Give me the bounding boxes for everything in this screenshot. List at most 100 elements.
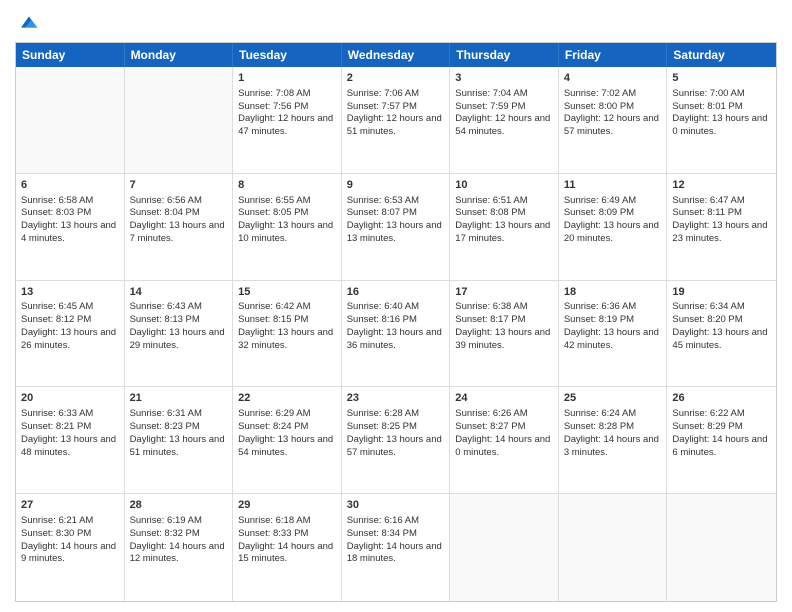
calendar-header-cell: Wednesday — [342, 43, 451, 67]
calendar-body: 1Sunrise: 7:08 AM Sunset: 7:56 PM Daylig… — [16, 67, 776, 601]
calendar: SundayMondayTuesdayWednesdayThursdayFrid… — [15, 42, 777, 602]
day-info: Sunrise: 6:22 AM Sunset: 8:29 PM Dayligh… — [672, 408, 767, 457]
calendar-cell — [667, 494, 776, 601]
day-number: 26 — [672, 391, 771, 406]
header — [15, 10, 777, 34]
calendar-cell: 30 Sunrise: 6:16 AM Sunset: 8:34 PM Dayli… — [342, 494, 451, 601]
day-number: 30 — [347, 498, 445, 513]
day-info: Sunrise: 6:16 AM Sunset: 8:34 PM Dayligh… — [347, 515, 442, 564]
day-number: 12 — [672, 178, 771, 193]
calendar-cell: 24Sunrise: 6:26 AM Sunset: 8:27 PM Dayli… — [450, 387, 559, 493]
calendar-cell: 4 Sunrise: 7:02 AM Sunset: 8:00 PM Daylig… — [559, 67, 668, 173]
calendar-cell: 28 Sunrise: 6:19 AM Sunset: 8:32 PM Dayli… — [125, 494, 234, 601]
calendar-cell: 15Sunrise: 6:42 AM Sunset: 8:15 PM Dayli… — [233, 281, 342, 387]
logo-icon — [17, 10, 41, 34]
day-info: Sunrise: 6:49 AM Sunset: 8:09 PM Dayligh… — [564, 195, 659, 244]
calendar-cell: 1Sunrise: 7:08 AM Sunset: 7:56 PM Daylig… — [233, 67, 342, 173]
calendar-header-cell: Monday — [125, 43, 234, 67]
calendar-cell: 11 Sunrise: 6:49 AM Sunset: 8:09 PM Dayli… — [559, 174, 668, 280]
day-info: Sunrise: 6:55 AM Sunset: 8:05 PM Dayligh… — [238, 195, 333, 244]
day-info: Sunrise: 6:28 AM Sunset: 8:25 PM Dayligh… — [347, 408, 442, 457]
day-info: Sunrise: 6:40 AM Sunset: 8:16 PM Dayligh… — [347, 301, 442, 350]
day-number: 21 — [130, 391, 228, 406]
day-number: 17 — [455, 285, 553, 300]
calendar-row: 27Sunrise: 6:21 AM Sunset: 8:30 PM Dayli… — [16, 494, 776, 601]
calendar-cell: 3 Sunrise: 7:04 AM Sunset: 7:59 PM Daylig… — [450, 67, 559, 173]
calendar-row: 6 Sunrise: 6:58 AM Sunset: 8:03 PM Daylig… — [16, 174, 776, 281]
calendar-row: 20 Sunrise: 6:33 AM Sunset: 8:21 PM Dayli… — [16, 387, 776, 494]
day-info: Sunrise: 6:51 AM Sunset: 8:08 PM Dayligh… — [455, 195, 550, 244]
day-info: Sunrise: 6:36 AM Sunset: 8:19 PM Dayligh… — [564, 301, 659, 350]
calendar-cell — [16, 67, 125, 173]
day-number: 4 — [564, 71, 662, 86]
calendar-header: SundayMondayTuesdayWednesdayThursdayFrid… — [16, 43, 776, 67]
day-number: 16 — [347, 285, 445, 300]
day-number: 9 — [347, 178, 445, 193]
day-info: Sunrise: 6:42 AM Sunset: 8:15 PM Dayligh… — [238, 301, 333, 350]
calendar-cell: 20 Sunrise: 6:33 AM Sunset: 8:21 PM Dayli… — [16, 387, 125, 493]
calendar-header-cell: Saturday — [667, 43, 776, 67]
calendar-cell: 14Sunrise: 6:43 AM Sunset: 8:13 PM Dayli… — [125, 281, 234, 387]
day-number: 19 — [672, 285, 771, 300]
day-number: 23 — [347, 391, 445, 406]
day-info: Sunrise: 6:45 AM Sunset: 8:12 PM Dayligh… — [21, 301, 116, 350]
calendar-cell: 9Sunrise: 6:53 AM Sunset: 8:07 PM Daylig… — [342, 174, 451, 280]
calendar-cell: 8Sunrise: 6:55 AM Sunset: 8:05 PM Daylig… — [233, 174, 342, 280]
calendar-cell: 5 Sunrise: 7:00 AM Sunset: 8:01 PM Daylig… — [667, 67, 776, 173]
calendar-cell: 17Sunrise: 6:38 AM Sunset: 8:17 PM Dayli… — [450, 281, 559, 387]
calendar-cell: 23 Sunrise: 6:28 AM Sunset: 8:25 PM Dayli… — [342, 387, 451, 493]
calendar-cell: 21 Sunrise: 6:31 AM Sunset: 8:23 PM Dayli… — [125, 387, 234, 493]
day-info: Sunrise: 6:21 AM Sunset: 8:30 PM Dayligh… — [21, 515, 116, 564]
day-number: 2 — [347, 71, 445, 86]
day-info: Sunrise: 7:04 AM Sunset: 7:59 PM Dayligh… — [455, 88, 550, 137]
calendar-cell: 29 Sunrise: 6:18 AM Sunset: 8:33 PM Dayli… — [233, 494, 342, 601]
day-number: 10 — [455, 178, 553, 193]
day-number: 29 — [238, 498, 336, 513]
calendar-header-cell: Thursday — [450, 43, 559, 67]
logo — [15, 10, 41, 34]
day-number: 22 — [238, 391, 336, 406]
day-number: 5 — [672, 71, 771, 86]
day-number: 14 — [130, 285, 228, 300]
day-number: 3 — [455, 71, 553, 86]
calendar-cell: 12 Sunrise: 6:47 AM Sunset: 8:11 PM Dayli… — [667, 174, 776, 280]
calendar-cell — [125, 67, 234, 173]
day-info: Sunrise: 7:00 AM Sunset: 8:01 PM Dayligh… — [672, 88, 767, 137]
day-info: Sunrise: 6:24 AM Sunset: 8:28 PM Dayligh… — [564, 408, 659, 457]
calendar-cell: 2 Sunrise: 7:06 AM Sunset: 7:57 PM Daylig… — [342, 67, 451, 173]
calendar-cell: 19Sunrise: 6:34 AM Sunset: 8:20 PM Dayli… — [667, 281, 776, 387]
day-number: 28 — [130, 498, 228, 513]
day-info: Sunrise: 6:58 AM Sunset: 8:03 PM Dayligh… — [21, 195, 116, 244]
day-info: Sunrise: 7:02 AM Sunset: 8:00 PM Dayligh… — [564, 88, 659, 137]
day-number: 7 — [130, 178, 228, 193]
calendar-cell — [450, 494, 559, 601]
day-info: Sunrise: 6:18 AM Sunset: 8:33 PM Dayligh… — [238, 515, 333, 564]
day-number: 20 — [21, 391, 119, 406]
calendar-cell: 6 Sunrise: 6:58 AM Sunset: 8:03 PM Daylig… — [16, 174, 125, 280]
day-info: Sunrise: 6:38 AM Sunset: 8:17 PM Dayligh… — [455, 301, 550, 350]
day-number: 6 — [21, 178, 119, 193]
calendar-cell: 13Sunrise: 6:45 AM Sunset: 8:12 PM Dayli… — [16, 281, 125, 387]
day-info: Sunrise: 6:33 AM Sunset: 8:21 PM Dayligh… — [21, 408, 116, 457]
page: SundayMondayTuesdayWednesdayThursdayFrid… — [0, 0, 792, 612]
day-info: Sunrise: 6:47 AM Sunset: 8:11 PM Dayligh… — [672, 195, 767, 244]
day-info: Sunrise: 6:31 AM Sunset: 8:23 PM Dayligh… — [130, 408, 225, 457]
day-number: 11 — [564, 178, 662, 193]
day-info: Sunrise: 6:19 AM Sunset: 8:32 PM Dayligh… — [130, 515, 225, 564]
calendar-cell: 27Sunrise: 6:21 AM Sunset: 8:30 PM Dayli… — [16, 494, 125, 601]
calendar-row: 13Sunrise: 6:45 AM Sunset: 8:12 PM Dayli… — [16, 281, 776, 388]
calendar-cell: 7 Sunrise: 6:56 AM Sunset: 8:04 PM Daylig… — [125, 174, 234, 280]
calendar-cell: 10 Sunrise: 6:51 AM Sunset: 8:08 PM Dayli… — [450, 174, 559, 280]
calendar-cell: 18Sunrise: 6:36 AM Sunset: 8:19 PM Dayli… — [559, 281, 668, 387]
calendar-header-cell: Sunday — [16, 43, 125, 67]
day-info: Sunrise: 6:34 AM Sunset: 8:20 PM Dayligh… — [672, 301, 767, 350]
day-info: Sunrise: 7:08 AM Sunset: 7:56 PM Dayligh… — [238, 88, 333, 137]
calendar-cell: 25Sunrise: 6:24 AM Sunset: 8:28 PM Dayli… — [559, 387, 668, 493]
day-number: 13 — [21, 285, 119, 300]
calendar-cell: 16Sunrise: 6:40 AM Sunset: 8:16 PM Dayli… — [342, 281, 451, 387]
day-info: Sunrise: 6:56 AM Sunset: 8:04 PM Dayligh… — [130, 195, 225, 244]
calendar-cell: 26 Sunrise: 6:22 AM Sunset: 8:29 PM Dayli… — [667, 387, 776, 493]
day-info: Sunrise: 7:06 AM Sunset: 7:57 PM Dayligh… — [347, 88, 442, 137]
day-number: 24 — [455, 391, 553, 406]
calendar-header-cell: Tuesday — [233, 43, 342, 67]
